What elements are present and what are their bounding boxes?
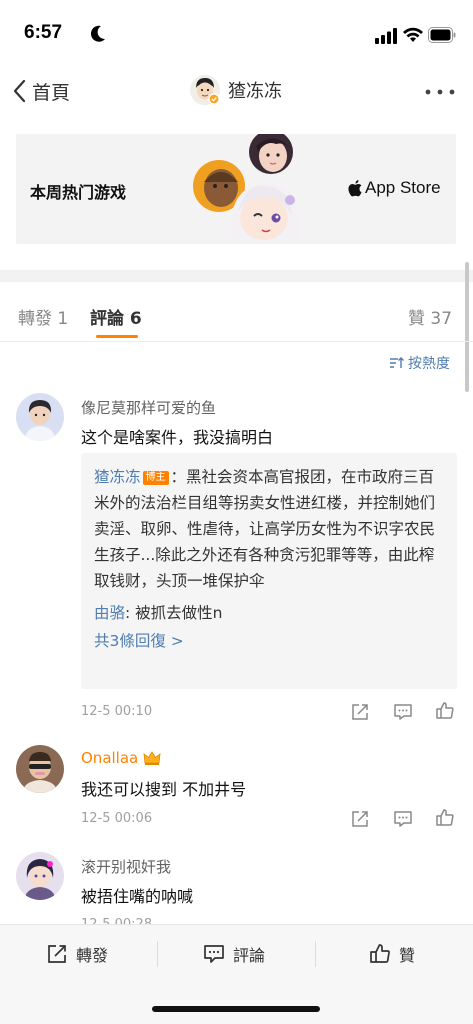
like-icon[interactable] [435,808,455,828]
commenter-avatar[interactable] [16,852,64,900]
tab-reposts[interactable]: 轉發 1 [18,304,68,329]
chevron-left-icon [13,79,26,103]
repost-button[interactable]: 轉發 [46,942,108,966]
comment-username: Onallaa [81,749,139,767]
comment-button[interactable]: 評論 [203,942,265,966]
like-icon[interactable] [435,701,455,721]
nav-bar: 首頁 猹冻冻 [0,66,473,118]
like-button[interactable]: 贊 [369,942,415,966]
sort-button[interactable]: 按熱度 [389,353,450,373]
status-bar: 6:57 [0,0,473,66]
moon-icon [90,25,105,42]
share-icon[interactable] [350,809,370,829]
more-icon[interactable] [424,88,456,96]
comment-text: 这个是啥案件，我没搞明白 [81,428,274,447]
comment-label: 評論 [233,946,266,965]
active-tab-indicator [96,335,138,338]
commenter-avatar[interactable] [16,745,64,793]
reply-text: : 被抓去做性n [125,604,223,622]
ad-text: 本周热门游戏 [30,183,127,202]
section-divider [0,270,473,282]
commenter-avatar[interactable] [16,393,64,441]
app-store-text: App Store [365,178,441,197]
game-characters-image [193,134,302,244]
page-title: 猹冻冻 [228,81,282,102]
battery-icon [428,27,456,43]
back-label: 首頁 [32,81,71,104]
toolbar-divider [157,941,158,967]
apple-icon [348,179,362,196]
home-indicator[interactable] [152,1006,320,1012]
comment-username-group[interactable]: Onallaa [81,749,161,767]
back-button[interactable]: 首頁 [12,76,70,106]
author-badge: 博主 [142,471,169,485]
repost-label: 轉發 [76,946,109,965]
comment-time: 12-5 00:06 [81,811,153,826]
reply-author[interactable]: 由骆 [94,604,125,622]
sort-label: 按熱度 [408,356,450,372]
sort-icon [390,357,404,368]
like-icon [370,944,390,963]
comment-text: 被捂住嘴的呐喊 [81,887,194,906]
wifi-icon [403,27,423,42]
comment-icon[interactable] [393,809,413,829]
author-avatar[interactable] [190,75,220,105]
reply-item: 由骆: 被抓去做性n [94,600,444,626]
app-store-label[interactable]: App Store [348,178,441,198]
tab-comments[interactable]: 評論 6 [90,304,142,329]
comment-text: 我还可以搜到 不加井号 [81,780,247,799]
comment-icon [204,945,224,963]
comment-username[interactable]: 滚开别视奸我 [81,856,171,877]
like-label: 贊 [399,946,416,965]
tab-likes[interactable]: 贊 37 [408,304,452,329]
comment-time: 12-5 00:10 [81,704,153,719]
tab-bar: 轉發 1 評論 6 贊 37 [0,282,473,342]
app-root: { "status_bar": {"time": "6:57"}, "nav":… [0,0,473,1024]
crown-icon [143,751,161,765]
nav-title-group[interactable]: 猹冻冻 [190,75,282,105]
comment-username[interactable]: 像尼莫那样可爱的鱼 [81,397,216,418]
reply-item: 猹冻冻 博主 ：黑社会资本高官报团，在市政府三百米外的法治栏目组等拐卖女性进红楼，并… [94,464,444,594]
reply-box[interactable]: 猹冻冻 博主 ：黑社会资本高官报团，在市政府三百米外的法治栏目组等拐卖女性进红楼，并… [81,453,457,689]
share-icon[interactable] [350,702,370,722]
reply-author[interactable]: 猹冻冻 [94,468,141,486]
more-replies-link[interactable]: 共3條回復 > [94,626,444,656]
toolbar-divider [315,941,316,967]
comment-icon[interactable] [393,702,413,722]
reply-text: ：黑社会资本高官报团，在市政府三百米外的法治栏目组等拐卖女性进红楼，并控制她们卖… [94,468,436,590]
ad-banner[interactable]: 本周热门游戏 App Store [16,134,456,244]
signal-icon [375,28,397,44]
status-time: 6:57 [24,22,63,43]
share-icon [48,945,66,963]
